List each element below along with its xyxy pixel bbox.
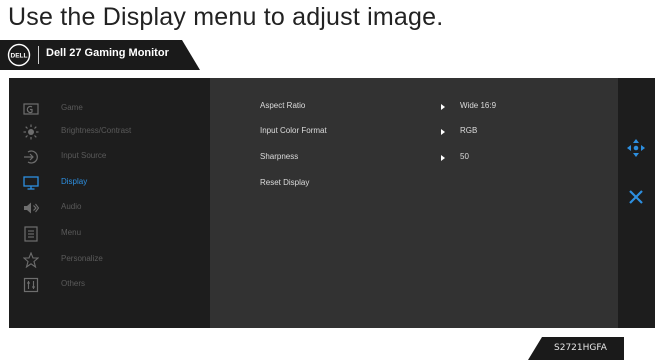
others-icon [23, 277, 39, 293]
instruction-text: Use the Display menu to adjust image. [8, 3, 444, 31]
monitor-title-tab: DELL Dell 27 Gaming Monitor [0, 40, 200, 70]
dell-logo: DELL [7, 43, 31, 67]
monitor-title: Dell 27 Gaming Monitor [46, 47, 169, 59]
sharpness-label: Sharpness [260, 152, 299, 161]
display-icon [23, 176, 39, 190]
submenu-row-aspect-ratio[interactable]: Aspect Ratio Wide 16:9 [210, 97, 618, 117]
menu-item-display[interactable]: Display [9, 172, 209, 194]
menu-label-personalize: Personalize [61, 254, 103, 263]
model-number: S2721HGFA [554, 343, 607, 353]
osd-menu: Game Brightness/Contrast Input Source Di… [9, 78, 655, 328]
input-color-format-value: RGB [460, 126, 478, 135]
input-color-format-label: Input Color Format [260, 126, 327, 135]
navigation-column [618, 78, 655, 328]
menu-item-brightness-contrast[interactable]: Brightness/Contrast [9, 121, 209, 143]
menu-label-others: Others [61, 279, 86, 288]
close-icon[interactable] [628, 189, 644, 205]
aspect-ratio-value: Wide 16:9 [460, 101, 497, 110]
aspect-ratio-label: Aspect Ratio [260, 101, 306, 110]
svg-text:DELL: DELL [11, 53, 28, 60]
input-source-icon [24, 150, 38, 164]
arrow-right-icon [441, 129, 445, 135]
reset-display-label: Reset Display [260, 178, 310, 187]
arrow-right-icon [441, 155, 445, 161]
display-submenu-panel: Aspect Ratio Wide 16:9 Input Color Forma… [210, 78, 618, 328]
menu-label-game: Game [61, 103, 83, 112]
move-icon[interactable] [626, 138, 646, 158]
menu-label-audio: Audio [61, 202, 82, 211]
tab-separator [38, 46, 39, 64]
menu-item-input-source[interactable]: Input Source [9, 146, 209, 168]
submenu-row-sharpness[interactable]: Sharpness 50 [210, 148, 618, 168]
menu-icon [24, 226, 38, 242]
sharpness-value: 50 [460, 152, 469, 161]
model-badge: S2721HGFA [528, 337, 624, 360]
submenu-row-reset-display[interactable]: Reset Display [210, 174, 618, 194]
arrow-right-icon [441, 104, 445, 110]
menu-label-menu: Menu [61, 228, 82, 237]
menu-item-audio[interactable]: Audio [9, 197, 209, 219]
menu-label-brightness-contrast: Brightness/Contrast [61, 126, 132, 135]
menu-label-display: Display [61, 177, 88, 186]
menu-label-input-source: Input Source [61, 151, 107, 160]
game-icon [23, 103, 39, 115]
menu-item-personalize[interactable]: Personalize [9, 249, 209, 271]
audio-icon [24, 202, 39, 214]
menu-item-game[interactable]: Game [9, 98, 209, 120]
submenu-row-input-color-format[interactable]: Input Color Format RGB [210, 122, 618, 142]
menu-item-menu[interactable]: Menu [9, 223, 209, 245]
menu-item-others[interactable]: Others [9, 274, 209, 296]
star-icon [23, 252, 39, 268]
brightness-icon [23, 124, 39, 140]
